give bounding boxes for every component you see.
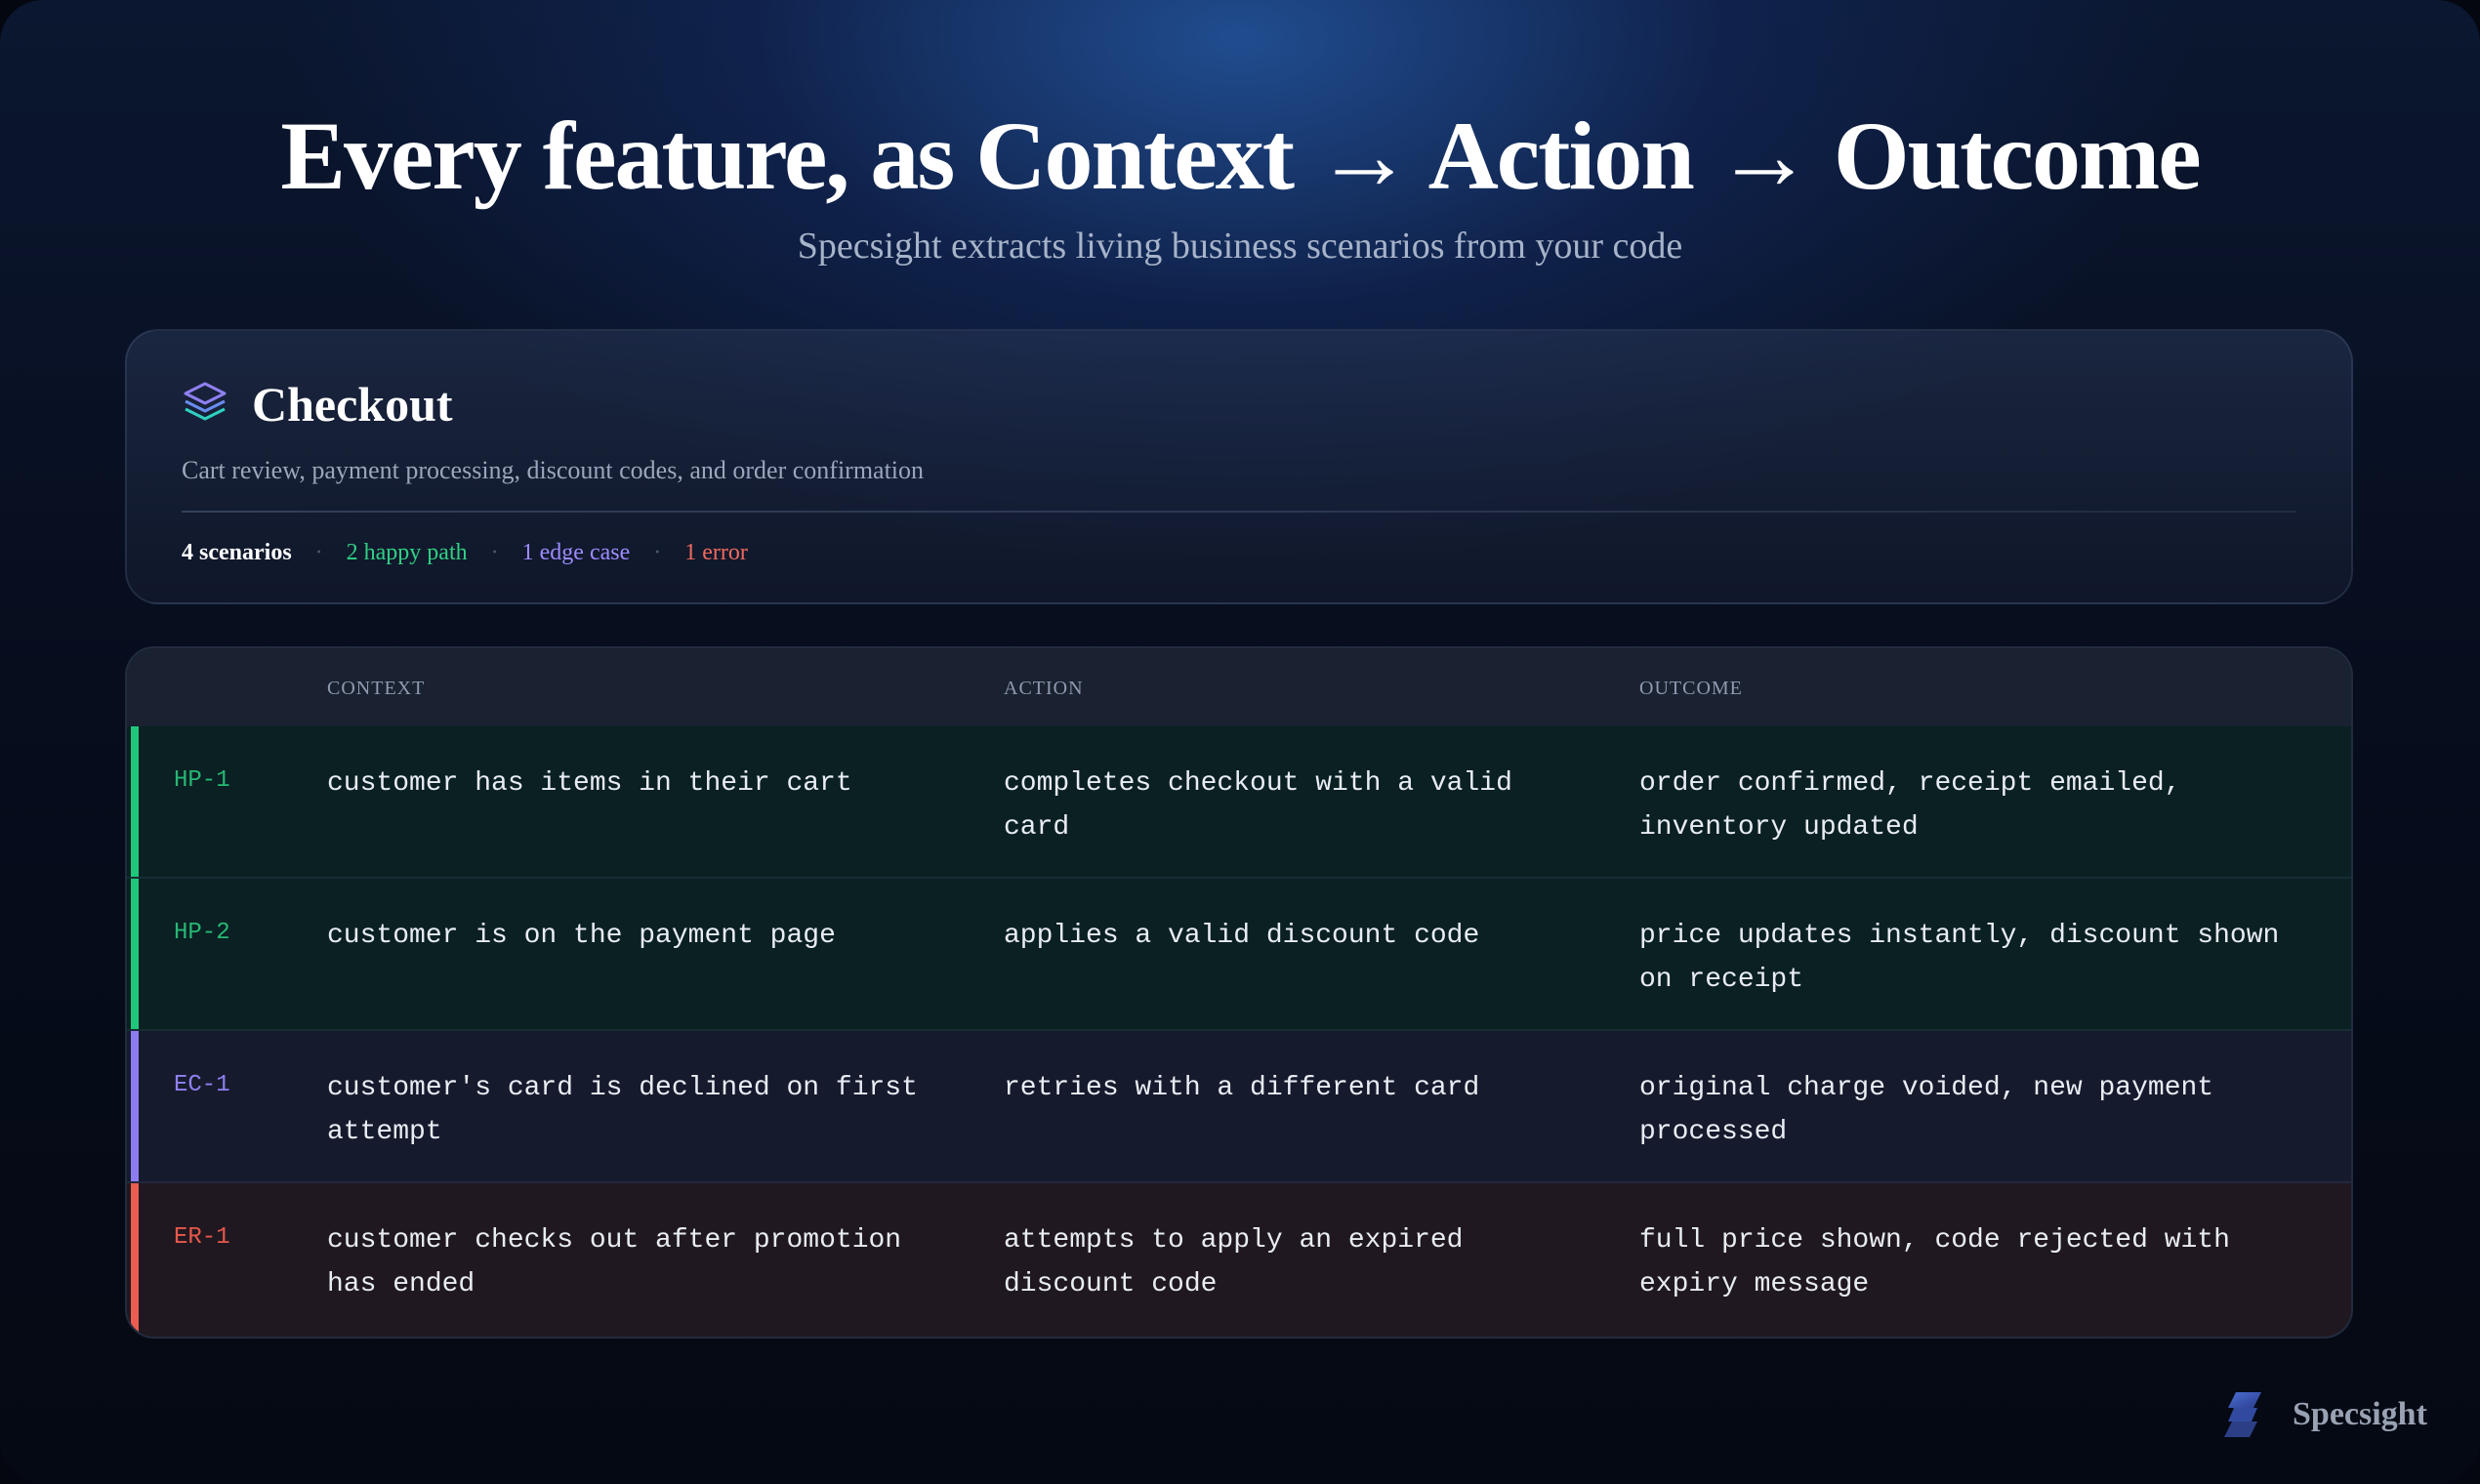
feature-title: Checkout — [252, 377, 453, 432]
row-status-bar — [131, 879, 139, 1029]
feature-description: Cart review, payment processing, discoun… — [182, 456, 925, 484]
scenario-id: HP-2 — [174, 920, 230, 946]
column-header-context: CONTEXT — [327, 678, 426, 699]
column-header-action: ACTION — [1004, 678, 1084, 699]
scenario-outcome: full price shown, code rejected with exp… — [1639, 1225, 2230, 1299]
scenario-action: applies a valid discount code — [1004, 921, 1480, 951]
stat-separator: · — [314, 540, 323, 565]
row-status-bar — [131, 726, 139, 877]
scenario-id: HP-1 — [174, 767, 230, 794]
stat-separator: · — [653, 540, 662, 565]
scenario-context: customer checks out after promotion has … — [327, 1225, 902, 1299]
feature-divider — [182, 511, 2296, 513]
scenario-context: customer's card is declined on first att… — [327, 1073, 918, 1147]
stat-happy-path: 2 happy path — [346, 540, 468, 565]
brand-name: Specsight — [2293, 1396, 2427, 1432]
row-status-bar — [131, 1031, 139, 1181]
stat-error: 1 error — [684, 540, 748, 565]
table-row[interactable]: ER-1 customer checks out after promotion… — [127, 1183, 2351, 1337]
scenario-id: EC-1 — [174, 1072, 230, 1098]
scenario-context: customer has items in their cart — [327, 768, 852, 799]
scenario-stats: 4 scenarios · 2 happy path · 1 edge case… — [182, 540, 748, 566]
table-row[interactable]: HP-1 customer has items in their cart co… — [127, 726, 2351, 879]
row-status-bar — [131, 1183, 139, 1337]
stat-separator: · — [490, 540, 499, 565]
brand-footer: Specsight — [2224, 1390, 2427, 1439]
page-title: Every feature, as Context → Action → Out… — [280, 102, 2201, 210]
column-header-outcome: OUTCOME — [1639, 678, 1743, 699]
stat-total: 4 scenarios — [182, 540, 292, 565]
specsight-logo-icon — [2224, 1392, 2261, 1437]
scenario-action: completes checkout with a valid card — [1004, 768, 1512, 843]
table-row[interactable]: HP-2 customer is on the payment page app… — [127, 879, 2351, 1031]
scenario-context: customer is on the payment page — [327, 921, 836, 951]
page-subtitle: Specsight extracts living business scena… — [797, 226, 1683, 267]
scenario-outcome: original charge voided, new payment proc… — [1639, 1073, 2214, 1147]
scenario-outcome: order confirmed, receipt emailed, invent… — [1639, 768, 2181, 843]
scenario-table: CONTEXT ACTION OUTCOME HP-1 customer has… — [125, 646, 2353, 1339]
scenario-id: ER-1 — [174, 1224, 230, 1251]
scenario-action: attempts to apply an expired discount co… — [1004, 1225, 1464, 1299]
table-row[interactable]: EC-1 customer's card is declined on firs… — [127, 1031, 2351, 1183]
layers-icon — [184, 382, 227, 421]
feature-card: Checkout Cart review, payment processing… — [125, 329, 2353, 604]
page-frame: Every feature, as Context → Action → Out… — [0, 0, 2480, 1484]
table-header: CONTEXT ACTION OUTCOME — [127, 648, 2351, 728]
scenario-outcome: price updates instantly, discount shown … — [1639, 921, 2280, 995]
stat-edge-case: 1 edge case — [521, 540, 631, 565]
scenario-action: retries with a different card — [1004, 1073, 1480, 1103]
